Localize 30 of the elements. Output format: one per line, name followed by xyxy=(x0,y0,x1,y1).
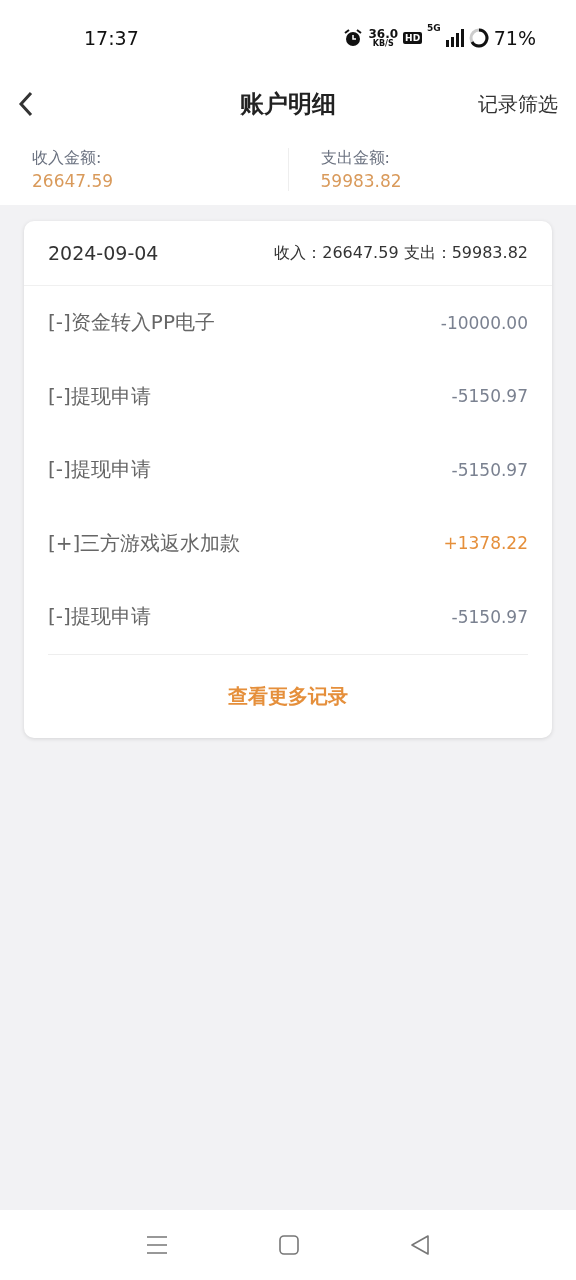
page-title: 账户明细 xyxy=(240,90,336,118)
hd-badge: HD xyxy=(403,32,423,44)
signal-icon xyxy=(445,29,464,47)
back-button[interactable] xyxy=(18,91,34,117)
record-amount: -5150.97 xyxy=(451,386,528,407)
status-time: 17:37 xyxy=(84,27,139,49)
record-amount: +1378.22 xyxy=(443,533,528,554)
filter-button[interactable]: 记录筛选 xyxy=(478,90,558,118)
home-icon[interactable] xyxy=(278,1234,300,1256)
record-amount: -10000.00 xyxy=(440,312,528,333)
back-icon[interactable] xyxy=(410,1234,430,1256)
record-amount: -5150.97 xyxy=(451,606,528,627)
record-title: [-]提现申请 xyxy=(48,456,151,484)
record-title: [-]提现申请 xyxy=(48,382,151,410)
network-type: 5G xyxy=(427,23,441,33)
alarm-icon xyxy=(343,28,364,48)
day-totals: 收入：26647.59 支出：59983.82 xyxy=(274,242,528,264)
menu-icon[interactable] xyxy=(146,1235,168,1255)
summary-amount: 59983.82 xyxy=(320,171,403,191)
record-title: [+]三方游戏返水加款 xyxy=(48,529,241,557)
summary-label: 支出金额: xyxy=(320,148,391,169)
network-speed: 36.0 KB/S xyxy=(368,28,399,48)
summary-amount: 26647.59 xyxy=(32,171,115,191)
summary-label: 收入金额: xyxy=(32,148,103,169)
record-title: [-]提现申请 xyxy=(48,603,151,631)
record-title: [-]资金转入PP电子 xyxy=(48,309,215,337)
record-amount: -5150.97 xyxy=(451,459,528,480)
battery-ring-icon xyxy=(468,28,489,48)
record-date: 2024-09-04 xyxy=(48,242,159,264)
battery-percent: 71% xyxy=(493,27,536,49)
